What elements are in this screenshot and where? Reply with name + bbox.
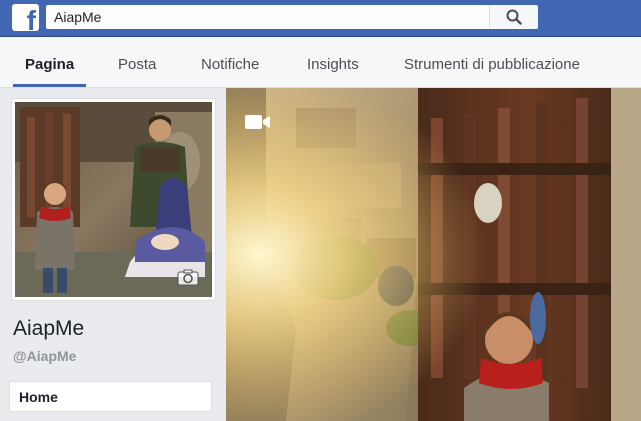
tab-pagina[interactable]: Pagina [12,37,87,87]
tab-posta[interactable]: Posta [118,37,156,87]
search-box [46,5,538,29]
sidebar-item-label: Home [19,389,58,405]
tab-publishing-tools[interactable]: Strumenti di pubblicazione [404,37,580,87]
camera-icon[interactable] [177,269,199,286]
cover-video[interactable] [226,88,641,421]
facebook-logo-icon[interactable]: f [12,4,39,31]
search-input[interactable] [46,5,486,29]
profile-image [15,102,212,297]
page-username[interactable]: @AiapMe [13,348,76,364]
sidebar-item-home[interactable]: Home [9,381,212,412]
tab-insights[interactable]: Insights [307,37,359,87]
search-button[interactable] [489,5,538,29]
search-icon [506,9,522,25]
top-navigation-bar: f [0,0,641,37]
video-camera-icon [245,115,270,129]
page-tabs: Pagina Posta Notifiche Insights Strument… [0,37,641,88]
page-title[interactable]: AiapMe [13,317,84,341]
tab-notifiche[interactable]: Notifiche [201,37,259,87]
profile-picture[interactable] [11,98,216,301]
cover-image [226,88,641,421]
